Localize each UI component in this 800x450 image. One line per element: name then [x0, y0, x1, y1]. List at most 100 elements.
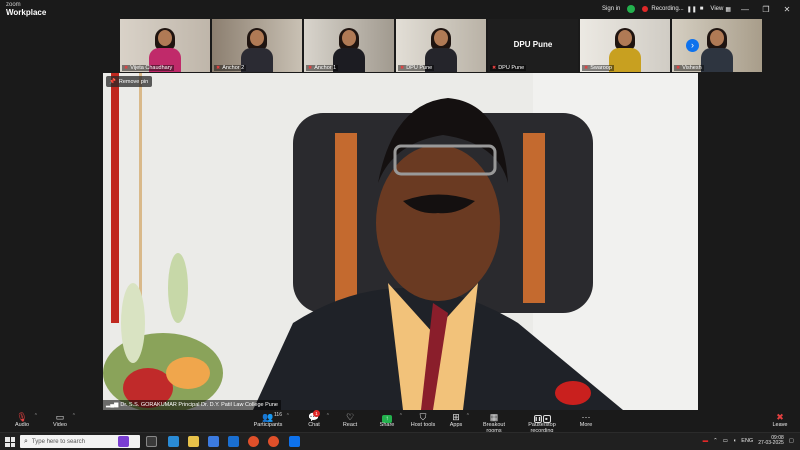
pause-recording-icon[interactable]: ❚❚ [687, 6, 697, 13]
clock[interactable]: 09:08 27-03-2025 [758, 435, 784, 447]
audio-button[interactable]: 🎙 Audio ⌃ [12, 412, 38, 429]
mail-icon[interactable] [228, 436, 239, 447]
apps-button[interactable]: ⊞ Apps ⌃ [448, 412, 470, 429]
edge-browser-icon[interactable] [168, 436, 179, 447]
chat-label: Chat [308, 422, 320, 428]
remove-pin-button[interactable]: 📌 Remove pin [106, 76, 153, 87]
encryption-shield-icon[interactable] [627, 5, 636, 13]
participant-name: Vijeta Chaudhary [130, 65, 173, 71]
participant-tile[interactable]: ✖ Anchor 2 [212, 19, 302, 72]
video-button[interactable]: ▭ Video ⌃ [50, 412, 76, 429]
participant-name: Swaroop [590, 65, 612, 71]
store-icon[interactable] [208, 436, 219, 447]
ribbon-icon[interactable] [118, 436, 129, 447]
video-camera-icon: ▭ [55, 412, 65, 422]
participant-name-label: ✖ Anchor 2 [214, 65, 247, 71]
recording-indicator[interactable]: Recording... ❚❚ ■ [642, 6, 703, 13]
share-screen-icon: ↑ [377, 412, 397, 423]
mic-muted-icon: ✖ [308, 65, 313, 71]
participant-tile[interactable]: ✖ Swaroop [580, 19, 670, 72]
signal-bars-icon: ▂▄▆ [106, 402, 119, 408]
leave-label: Leave [772, 422, 788, 428]
grid-view-icon: ▦ [725, 6, 731, 13]
shield-icon: ⛉ [419, 412, 427, 422]
react-button[interactable]: ♡ React [340, 412, 360, 429]
language-indicator[interactable]: ENG [741, 438, 753, 444]
participant-name: Anchor 2 [222, 65, 245, 71]
participant-tile[interactable]: DPU Pune ✖ DPU Pune [488, 19, 578, 72]
title-bar-actions: Sign in Recording... ❚❚ ■ View ▦ — ❐ ✕ [602, 3, 794, 15]
mic-muted-icon: ✖ [676, 65, 681, 71]
participant-thumbnail-strip: ✖ Vijeta Chaudhary ✖ Anchor 2 ✖ Anchor 1 [120, 19, 762, 72]
heart-icon: ♡ [345, 412, 355, 422]
next-page-chevron-icon[interactable]: › [686, 39, 699, 52]
share-label: Share [379, 422, 395, 428]
maximize-button[interactable]: ❐ [759, 5, 773, 14]
participants-label: Participants [253, 422, 283, 428]
mic-muted-icon: ✖ [584, 65, 589, 71]
network-icon[interactable]: ▭ [723, 438, 728, 444]
react-label: React [342, 422, 358, 428]
participant-name-label: ✖ Vishesh [674, 65, 704, 71]
remove-pin-label: Remove pin [118, 78, 149, 85]
windows-start-icon[interactable] [5, 437, 15, 447]
stop-recording-icon[interactable]: ■ [700, 6, 704, 12]
participants-button[interactable]: 👥 116 Participants ⌃ [252, 412, 290, 429]
view-button[interactable]: View ▦ [710, 6, 731, 13]
chat-button[interactable]: 💬 1 Chat ⌃ [304, 410, 330, 429]
participant-name-label: ✖ DPU Pune [490, 65, 527, 71]
title-bar: zoom Workplace Sign in Recording... ❚❚ ■… [0, 0, 800, 18]
sign-in-button[interactable]: Sign in [602, 6, 620, 12]
zoom-window: zoom Workplace Sign in Recording... ❚❚ ■… [0, 0, 800, 450]
chevron-up-icon[interactable]: ⌃ [713, 438, 718, 444]
video-options-chevron-icon[interactable]: ⌃ [72, 414, 76, 419]
participant-name: Vishesh [682, 65, 702, 71]
participant-video-off-name: DPU Pune [513, 40, 553, 49]
speaker-icon[interactable]: ◖ [733, 438, 736, 444]
notifications-icon[interactable]: ▢ [789, 438, 794, 444]
leave-icon: ✖ [776, 412, 784, 422]
participant-tile[interactable]: ✖ Vijeta Chaudhary [120, 19, 210, 72]
participant-tile[interactable]: ✖ Anchor 1 [304, 19, 394, 72]
zoom-app-icon[interactable] [289, 436, 300, 447]
share-options-chevron-icon[interactable]: ⌃ [399, 414, 403, 419]
minimize-button[interactable]: — [738, 5, 752, 14]
task-view-icon[interactable] [146, 436, 157, 447]
recording-label: Recording... [651, 6, 684, 12]
participants-options-chevron-icon[interactable]: ⌃ [286, 414, 290, 419]
participant-name: DPU Pune [498, 65, 525, 71]
view-label: View [710, 6, 724, 12]
recording-dot-icon [642, 6, 649, 12]
share-button[interactable]: ↑ Share ⌃ [377, 412, 403, 429]
chrome-profile-icon[interactable] [268, 436, 279, 447]
participant-video [701, 26, 733, 72]
mic-muted-icon: 🎙 [16, 412, 28, 422]
participant-name: Anchor 1 [314, 65, 337, 71]
mic-muted-icon: ✖ [492, 65, 497, 71]
pause-stop-recording-button[interactable]: ❚❚ ■ Pause/stop recording [517, 412, 567, 434]
leave-button[interactable]: ✖ Leave [770, 412, 790, 429]
host-tools-button[interactable]: ⛉ Host tools [410, 412, 436, 429]
audio-options-chevron-icon[interactable]: ⌃ [34, 414, 38, 419]
video-label: Video [53, 422, 67, 428]
active-speaker-video[interactable]: 📌 Remove pin ▂▄▆ Dr. S.S. GORAKUMAR Prin… [103, 73, 698, 410]
file-explorer-icon[interactable] [188, 436, 199, 447]
close-button[interactable]: ✕ [780, 5, 794, 14]
battery-alert-icon[interactable]: ▬ [703, 438, 709, 444]
apps-icon: ⊞ [452, 412, 460, 422]
participant-name-label: ✖ Swaroop [582, 65, 614, 71]
meeting-controls-bar: 🎙 Audio ⌃ ▭ Video ⌃ 👥 116 Participants ⌃… [0, 410, 800, 434]
participants-count: 116 [274, 412, 282, 418]
audio-label: Audio [14, 422, 30, 428]
breakout-rooms-button[interactable]: ▦ Breakout rooms [475, 412, 513, 434]
chrome-icon[interactable] [248, 436, 259, 447]
pause-stop-recording-icon: ❚❚ ■ [517, 412, 567, 423]
search-icon: ⌕ [24, 437, 28, 445]
more-button[interactable]: ⋯ More [576, 412, 596, 429]
mic-muted-icon: ✖ [216, 65, 221, 71]
participant-name-label: ✖ Anchor 1 [306, 65, 339, 71]
chat-options-chevron-icon[interactable]: ⌃ [326, 414, 330, 419]
participant-tile[interactable]: ✖ DPU Pune [396, 19, 486, 72]
clock-date: 27-03-2025 [758, 440, 784, 447]
apps-options-chevron-icon[interactable]: ⌃ [466, 414, 470, 419]
